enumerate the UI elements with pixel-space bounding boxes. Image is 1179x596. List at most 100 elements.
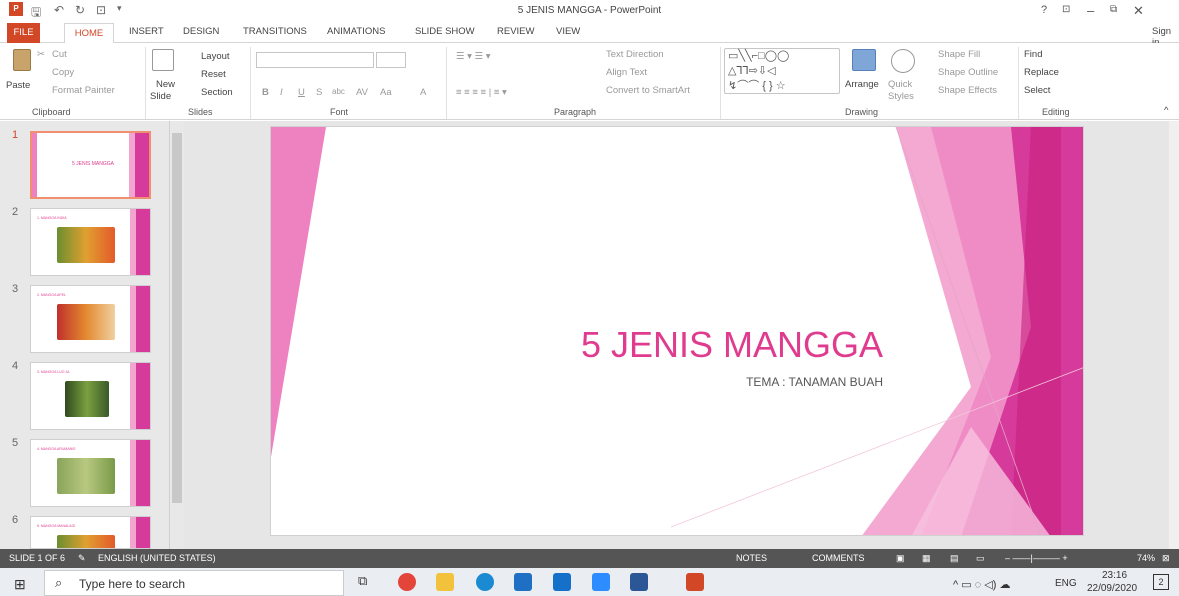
thumbnail-number: 2: [12, 206, 19, 218]
tab-file[interactable]: FILE: [7, 23, 40, 43]
shape-effects-button[interactable]: Shape Effects: [938, 85, 997, 96]
notification-center-icon[interactable]: 2: [1153, 574, 1169, 590]
collapse-ribbon-icon[interactable]: ^: [1164, 105, 1168, 116]
system-tray-icons[interactable]: ^ ▭ ◌ ◁) ☁: [953, 578, 1010, 591]
shape-outline-button[interactable]: Shape Outline: [938, 67, 998, 78]
comments-button[interactable]: COMMENTS: [812, 553, 865, 563]
tab-insert[interactable]: INSERT: [129, 26, 164, 37]
ribbon-display-icon[interactable]: ⊡: [1062, 4, 1070, 15]
current-slide[interactable]: 5 JENIS MANGGA TEMA : TANAMAN BUAH: [270, 126, 1084, 536]
notes-button[interactable]: NOTES: [736, 553, 767, 563]
language-indicator[interactable]: ENGLISH (UNITED STATES): [98, 553, 216, 563]
quick-styles-button-2[interactable]: Styles: [888, 91, 914, 102]
restore-icon[interactable]: ⧉: [1110, 4, 1117, 15]
mango-image: [57, 304, 115, 340]
reset-button[interactable]: Reset: [201, 69, 226, 80]
paste-icon[interactable]: [13, 49, 31, 71]
tab-home[interactable]: HOME: [64, 23, 114, 44]
task-view-icon[interactable]: ⧉: [358, 573, 376, 591]
powerpoint-taskbar-icon[interactable]: [686, 573, 704, 591]
tab-design[interactable]: DESIGN: [183, 26, 219, 37]
slide-thumbnail-1[interactable]: 5 JENIS MANGGA: [30, 131, 151, 199]
char-spacing-button[interactable]: AV: [356, 87, 368, 98]
thumbnail-scrollbar[interactable]: [169, 121, 183, 549]
slide-thumbnail-2[interactable]: 1. MANGGA INDIA: [30, 208, 151, 276]
convert-smartart-button[interactable]: Convert to SmartArt: [606, 85, 690, 96]
clipboard-group-label: Clipboard: [32, 107, 71, 117]
normal-view-icon[interactable]: ▣: [896, 553, 905, 564]
shape-fill-button[interactable]: Shape Fill: [938, 49, 980, 60]
bold-button[interactable]: B: [262, 87, 269, 98]
cut-icon[interactable]: ✂: [37, 49, 45, 60]
tab-review[interactable]: REVIEW: [497, 26, 534, 37]
arrange-button[interactable]: Arrange: [845, 79, 879, 90]
font-name-combo[interactable]: [256, 52, 374, 68]
help-icon[interactable]: ?: [1041, 4, 1047, 16]
italic-button[interactable]: I: [280, 87, 283, 98]
change-case-button[interactable]: Aa: [380, 87, 392, 98]
align-icons[interactable]: ≡ ≡ ≡ ≡ | ≡ ▾: [456, 87, 507, 98]
slideshow-view-icon[interactable]: ▭: [976, 553, 985, 564]
minimize-icon[interactable]: –: [1087, 3, 1094, 18]
tab-view[interactable]: VIEW: [556, 26, 580, 37]
shapes-gallery[interactable]: ▭╲╲⌐□◯◯ △⅂⅂⇨⇩◁ ↯⌒⌒ { } ☆: [724, 48, 840, 94]
font-color-button[interactable]: A: [420, 87, 426, 98]
arrange-icon[interactable]: [852, 49, 876, 71]
font-size-combo[interactable]: [376, 52, 406, 68]
slide-thumbnail-3[interactable]: 2. MANGGA APEL: [30, 285, 151, 353]
cut-button[interactable]: Cut: [52, 49, 67, 60]
quick-styles-button[interactable]: Quick: [888, 79, 912, 90]
quick-styles-icon[interactable]: [891, 49, 915, 73]
clock-date[interactable]: 22/09/2020: [1082, 583, 1142, 594]
section-button[interactable]: Section: [201, 87, 233, 98]
underline-button[interactable]: U: [298, 87, 305, 98]
slide-scrollbar[interactable]: [1169, 121, 1179, 549]
tab-animations[interactable]: ANIMATIONS: [327, 26, 385, 37]
clock-time[interactable]: 23:16: [1092, 570, 1137, 581]
thumbnail-number: 1: [12, 129, 19, 141]
shadow-button[interactable]: S: [316, 87, 322, 98]
windows-start-icon[interactable]: ⊞: [14, 576, 26, 593]
select-button[interactable]: Select: [1024, 85, 1050, 96]
zoom-slider[interactable]: – ——|——— +: [1005, 553, 1068, 563]
slide-subtitle[interactable]: TEMA : TANAMAN BUAH: [271, 375, 883, 389]
edge-icon[interactable]: [476, 573, 494, 591]
word-icon[interactable]: [630, 573, 648, 591]
store-icon[interactable]: [514, 573, 532, 591]
chrome-icon[interactable]: [398, 573, 416, 591]
new-slide-button-2[interactable]: Slide: [150, 91, 171, 102]
close-icon[interactable]: ✕: [1133, 3, 1144, 19]
new-slide-button[interactable]: New: [156, 79, 175, 90]
slide-title[interactable]: 5 JENIS MANGGA: [271, 324, 883, 366]
zoom-level[interactable]: 74%: [1137, 553, 1155, 563]
slide-thumbnail-5[interactable]: 4. MANGGA ARUMANIS: [30, 439, 151, 507]
align-text-button[interactable]: Align Text: [606, 67, 647, 78]
text-direction-button[interactable]: Text Direction: [606, 49, 664, 60]
input-language[interactable]: ENG: [1055, 578, 1077, 589]
tab-transitions[interactable]: TRANSITIONS: [243, 26, 307, 37]
mail-icon[interactable]: [553, 573, 571, 591]
slide-sorter-icon[interactable]: ▦: [922, 553, 931, 564]
copy-button[interactable]: Copy: [52, 67, 74, 78]
spellcheck-icon[interactable]: ✎: [78, 553, 86, 564]
slide-thumbnail-6[interactable]: 5. MANGGA MANALAGI: [30, 516, 151, 549]
tab-slideshow[interactable]: SLIDE SHOW: [415, 26, 475, 37]
format-painter-button[interactable]: Format Painter: [52, 85, 115, 96]
font-group-label: Font: [330, 107, 349, 117]
find-button[interactable]: Find: [1024, 49, 1042, 60]
strikethrough-button[interactable]: abc: [332, 87, 345, 96]
drawing-group-label: Drawing: [845, 107, 879, 117]
zoom-app-icon[interactable]: [592, 573, 610, 591]
taskbar-search[interactable]: ⌕ Type here to search: [44, 570, 344, 596]
slide-thumbnail-4[interactable]: 3. MANGGA LUO JA: [30, 362, 151, 430]
paste-button[interactable]: Paste: [6, 80, 30, 91]
file-explorer-icon[interactable]: [436, 573, 454, 591]
thumbnail-title: 1. MANGGA INDIA: [37, 216, 67, 220]
replace-button[interactable]: Replace: [1024, 67, 1059, 78]
bullets-icon[interactable]: ☰ ▾ ☰ ▾: [456, 51, 491, 62]
fit-slide-icon[interactable]: ⊠: [1162, 553, 1170, 564]
reading-view-icon[interactable]: ▤: [950, 553, 959, 564]
layout-button[interactable]: Layout: [201, 51, 230, 62]
new-slide-icon[interactable]: [152, 49, 174, 71]
window-title: 5 JENIS MANGGA - PowerPoint: [517, 5, 662, 16]
